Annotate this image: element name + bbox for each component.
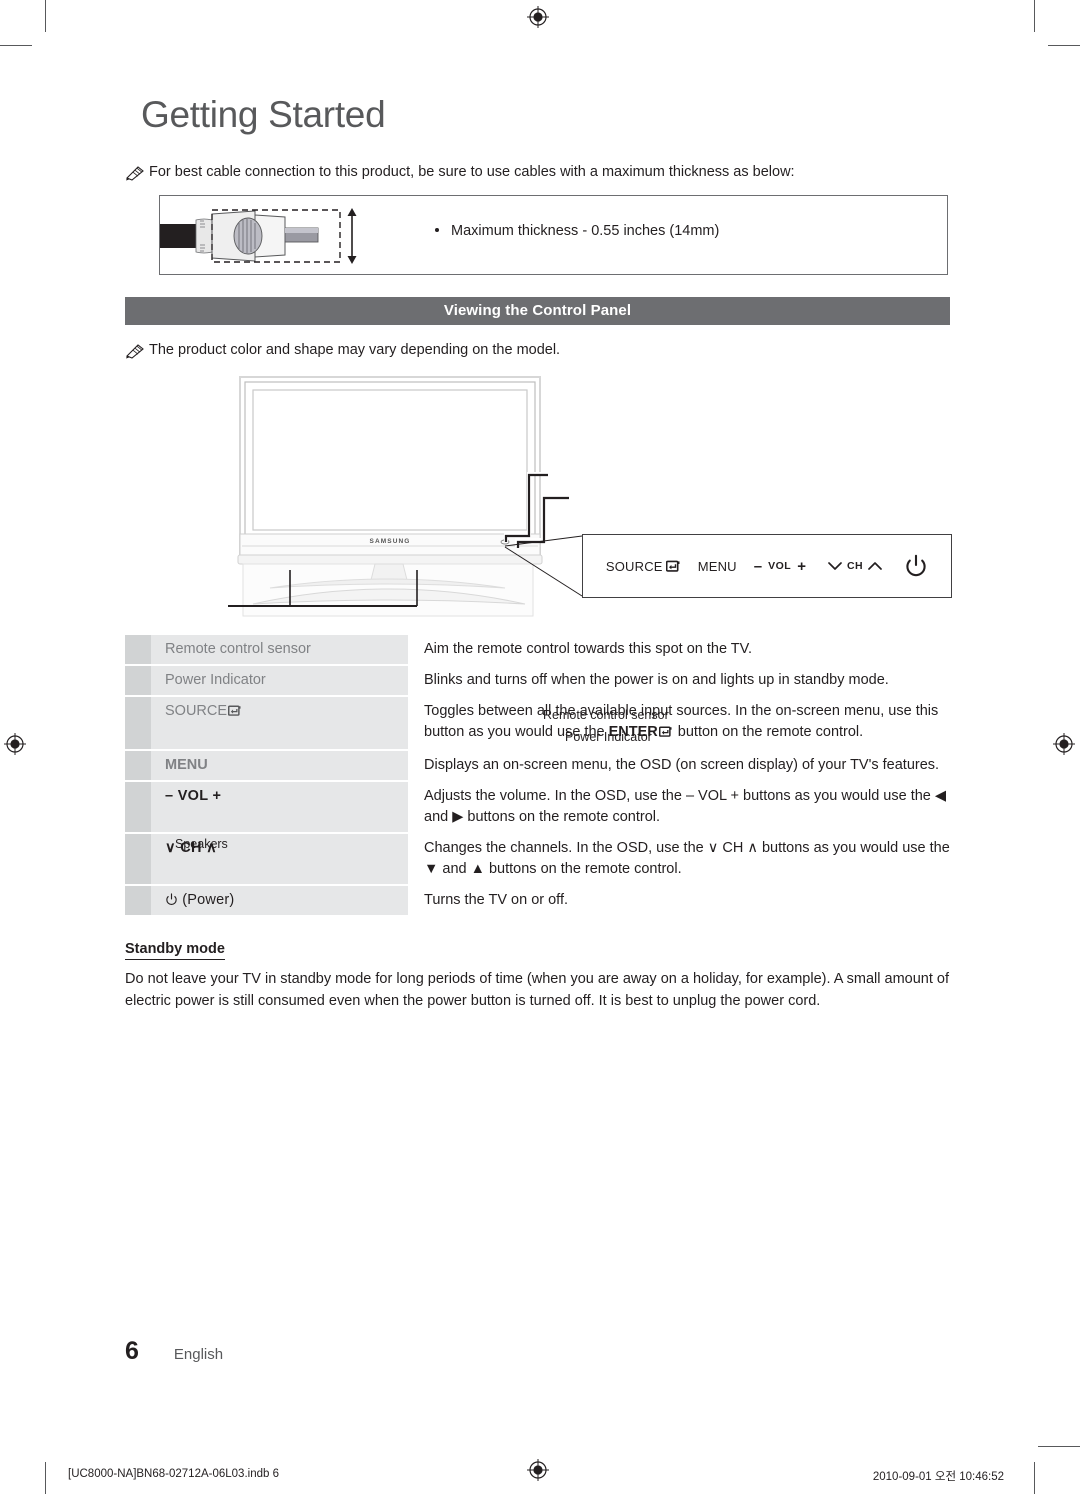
row-swatch — [125, 750, 151, 782]
table-row: (Power) Turns the TV on or off. — [125, 885, 950, 917]
footer-timestamp: 2010-09-01 오전 10:46:52 — [872, 1471, 1004, 1483]
row-description-line: button as you would use the ENTER button… — [424, 724, 864, 742]
power-icon — [904, 554, 928, 578]
row-label: Power Indicator — [151, 665, 408, 697]
pencil-note-icon — [125, 165, 145, 181]
row-description: Turns the TV on or off. — [424, 892, 569, 909]
svg-text:SAMSUNG: SAMSUNG — [370, 538, 411, 545]
ch-label: CH — [846, 560, 864, 573]
row-label: – VOL + — [151, 781, 408, 834]
control-panel-spec-table: Remote control sensor Aim the remote con… — [125, 635, 950, 917]
table-row: – VOL + Adjusts the volume. In the OSD, … — [125, 781, 950, 834]
product-variation-text: The product color and shape may vary dep… — [149, 341, 561, 358]
callout-power-indicator: Power Indicator — [565, 730, 652, 745]
cable-thickness-text: Maximum thickness - 0.55 inches (14mm) — [451, 222, 720, 239]
tv-control-panel-diagram: SAMSUNG Remote control sensor Power Indi… — [125, 374, 952, 851]
row-description-line: ▼ and ▲ buttons on the remote control. — [424, 861, 682, 878]
cable-thickness-bullet: Maximum thickness - 0.55 inches (14mm) — [435, 223, 719, 239]
row-swatch — [125, 833, 151, 886]
enter-icon — [228, 705, 242, 721]
row-label: MENU — [151, 750, 408, 782]
row-swatch — [125, 781, 151, 834]
bullet-dot-icon — [435, 227, 439, 232]
row-description-line: Changes the channels. In the OSD, use th… — [424, 840, 950, 857]
minus-icon: – — [753, 557, 763, 575]
section-header: Viewing the Control Panel — [125, 296, 950, 325]
table-row: Power Indicator Blinks and turns off whe… — [125, 665, 950, 697]
table-row: SOURCE Toggles between all the available… — [125, 696, 950, 751]
footer-file-reference: [UC8000-NA]BN68-02712A-06L03.indb 6 — [68, 1468, 279, 1480]
standby-heading: Standby mode — [125, 941, 225, 961]
row-swatch — [125, 635, 151, 666]
plus-icon: + — [797, 557, 806, 575]
row-label: (Power) — [151, 885, 408, 917]
standby-body: Do not leave your TV in standby mode for… — [125, 971, 949, 1010]
row-description: Adjusts the volume. In the OSD, use the … — [408, 781, 950, 833]
control-panel-menu-button[interactable]: MENU — [698, 559, 737, 574]
menu-label: MENU — [697, 558, 737, 574]
section-header-label: Viewing the Control Panel — [443, 302, 632, 320]
manual-page: Getting Started For best cable connectio… — [0, 0, 1080, 1494]
power-icon — [165, 892, 178, 908]
row-description: Displays an on-screen menu, the OSD (on … — [424, 757, 940, 774]
row-description: Aim the remote control towards this spot… — [424, 641, 753, 658]
pencil-note-icon — [125, 343, 145, 359]
source-label: SOURCE — [605, 558, 663, 574]
cable-note: For best cable connection to this produc… — [125, 163, 950, 183]
control-panel-power-button[interactable] — [904, 554, 928, 578]
page-content: Getting Started For best cable connectio… — [125, 94, 952, 1013]
control-panel-source-button[interactable]: SOURCE — [606, 559, 681, 574]
row-swatch — [125, 885, 151, 917]
power-row-label: (Power) — [182, 892, 235, 909]
callout-remote-control-sensor: Remote control sensor — [543, 708, 669, 723]
row-description-line: and ▶ buttons on the remote control. — [424, 809, 661, 826]
cable-connector-illustration — [160, 198, 375, 270]
row-description: Blinks and turns off when the power is o… — [424, 672, 889, 689]
row-swatch — [125, 696, 151, 751]
page-title: Getting Started — [141, 94, 386, 135]
row-description-line: Adjusts the volume. In the OSD, use the … — [424, 788, 947, 805]
callout-speakers: Speakers — [175, 837, 228, 852]
standby-section: Standby mode Do not leave your TV in sta… — [125, 917, 950, 1013]
product-variation-note: The product color and shape may vary dep… — [125, 341, 950, 361]
control-panel-strip: SOURCE MENU – VOL + CH — [582, 534, 952, 599]
page-number: 6 — [125, 1337, 139, 1365]
source-row-label: SOURCE — [165, 703, 228, 720]
chevron-down-icon — [828, 561, 842, 571]
chevron-up-icon — [868, 561, 882, 571]
control-panel-volume-button[interactable]: – VOL + — [754, 558, 806, 575]
control-panel-channel-button[interactable]: CH — [823, 560, 887, 572]
row-description: Changes the channels. In the OSD, use th… — [408, 833, 950, 885]
enter-icon — [665, 560, 681, 573]
row-description: Toggles between all the available input … — [408, 696, 950, 750]
table-row: MENU Displays an on-screen menu, the OSD… — [125, 750, 950, 782]
row-label: SOURCE — [151, 696, 408, 751]
table-row: Remote control sensor Aim the remote con… — [125, 635, 950, 666]
page-language: English — [173, 1346, 224, 1363]
page-folio: 6 English — [125, 1337, 223, 1366]
vol-label: VOL — [768, 560, 792, 573]
row-description-line: Toggles between all the available input … — [424, 703, 939, 720]
enter-icon — [658, 726, 673, 742]
row-swatch — [125, 665, 151, 697]
row-label: Remote control sensor — [151, 635, 408, 666]
table-row: ∨ CH ∧ Changes the channels. In the OSD,… — [125, 833, 950, 886]
cable-note-text: For best cable connection to this produc… — [149, 164, 795, 180]
cable-thickness-box: Maximum thickness - 0.55 inches (14mm) — [159, 194, 948, 275]
